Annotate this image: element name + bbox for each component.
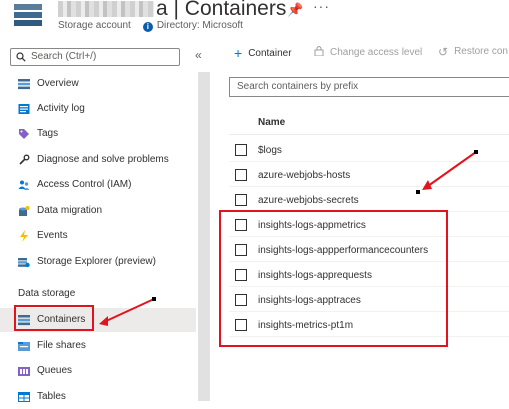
arrow-to-containers xyxy=(99,297,156,326)
arrow-to-webjobs-rows xyxy=(416,150,478,194)
annotation-arrows xyxy=(99,150,478,326)
